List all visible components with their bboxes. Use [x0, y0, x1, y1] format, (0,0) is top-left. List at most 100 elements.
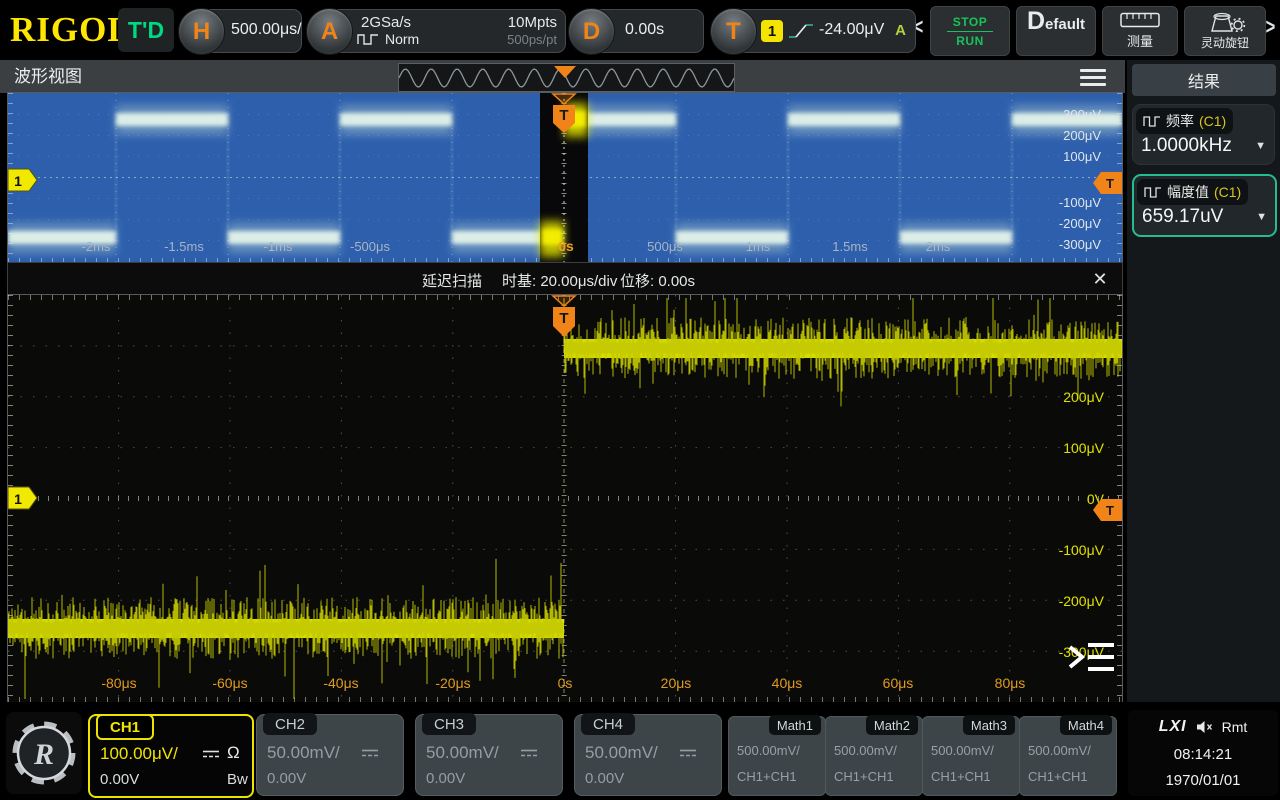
remote-indicator: Rmt: [1222, 719, 1248, 735]
zoomed-channel1-marker[interactable]: [8, 487, 37, 509]
math1-scale: 500.00mV/: [737, 743, 800, 758]
channel1-card[interactable]: CH1 100.00μV/ Ω 0.00V Bw: [88, 714, 254, 798]
channel3-card[interactable]: CH3 50.00mV/ 0.00V: [415, 714, 563, 796]
trigger-knob-button[interactable]: T: [710, 8, 757, 55]
math4-tab[interactable]: Math4: [1060, 715, 1112, 735]
status-row: LXI Rmt: [1128, 718, 1278, 736]
dropdown-arrow-icon[interactable]: ▼: [1256, 211, 1267, 223]
channel1-bandwidth: Bw: [227, 771, 248, 788]
measurement-frequency-tile[interactable]: 频率(C1) 1.0000kHz ▼: [1132, 104, 1275, 165]
math3-scale: 500.00mV/: [931, 743, 994, 758]
acquisition-mode: Norm: [385, 31, 419, 47]
stop-run-button[interactable]: STOP RUN: [930, 6, 1010, 56]
square-wave-icon: [1144, 186, 1162, 198]
channel2-offset: 0.00V: [267, 770, 306, 787]
svg-text:100μV: 100μV: [1063, 440, 1104, 456]
svg-text:-100μV: -100μV: [1059, 542, 1105, 558]
channel4-tab[interactable]: CH4: [581, 713, 635, 735]
delay-knob-button[interactable]: D: [568, 8, 615, 55]
svg-text:-20μs: -20μs: [435, 675, 470, 691]
trigger-pill[interactable]: 1 -24.00μV A: [732, 9, 916, 53]
lxi-logo: LXI: [1159, 718, 1187, 736]
default-cap: D: [1027, 7, 1045, 36]
svg-text:T: T: [559, 107, 568, 124]
channel4-offset: 0.00V: [585, 770, 624, 787]
results-panel: 结果 频率(C1) 1.0000kHz ▼ 幅度值(C1) 659.17uV ▼: [1125, 60, 1280, 705]
trigger-source-badge: 1: [761, 20, 783, 42]
svg-text:60μs: 60μs: [883, 675, 914, 691]
channel3-offset: 0.00V: [426, 770, 465, 787]
trigger-level: -24.00μV: [819, 21, 884, 39]
trigger-status-indicator: T'D: [118, 8, 174, 52]
svg-text:-200μV: -200μV: [1059, 216, 1102, 231]
svg-text:R: R: [33, 738, 54, 771]
results-panel-title: 结果: [1132, 64, 1276, 96]
svg-text:0s: 0s: [558, 675, 573, 691]
math1-tab[interactable]: Math1: [769, 715, 821, 735]
memory-depth: 10Mpts: [508, 14, 557, 31]
measurement-frequency-value: 1.0000kHz ▼: [1133, 134, 1274, 164]
svg-text:1: 1: [14, 491, 22, 507]
measure-button[interactable]: 测量: [1102, 6, 1178, 56]
rigol-gear-logo-button[interactable]: R: [6, 712, 82, 794]
horizontal-position-nav-strip[interactable]: [398, 63, 735, 92]
channel1-offset: 0.00V: [100, 771, 139, 788]
svg-text:-200μV: -200μV: [1059, 593, 1105, 609]
sample-rate: 2GSa/s: [361, 14, 411, 31]
trigger-sweep-mode: A: [895, 22, 906, 39]
channel2-card[interactable]: CH2 50.00mV/ 0.00V: [256, 714, 404, 796]
svg-text:-500μs: -500μs: [350, 239, 391, 254]
svg-text:2ms: 2ms: [926, 239, 951, 254]
system-date: 1970/01/01: [1128, 772, 1278, 789]
overview-channel1-marker[interactable]: [8, 169, 37, 191]
acquisition-knob-button[interactable]: A: [306, 8, 353, 55]
quick-knob-label: 灵动旋钮: [1201, 34, 1249, 51]
zoomed-voltage-axis: 200μV 100μV 0V -100μV -200μV -300μV: [1059, 389, 1105, 660]
dc-coupling-icon: [361, 748, 379, 758]
math2-tab[interactable]: Math2: [866, 715, 918, 735]
close-delayed-sweep-button[interactable]: ✕: [1088, 267, 1112, 291]
oscilloscope-screen: { "app": { "brand": "RIGOL", "trigger_st…: [0, 0, 1280, 800]
math4-card[interactable]: Math4 500.00mV/ CH1+CH1: [1019, 716, 1117, 796]
delay-value: 0.00s: [625, 21, 664, 39]
svg-text:T: T: [1106, 503, 1114, 518]
dropdown-arrow-icon[interactable]: ▼: [1255, 140, 1266, 152]
channel4-card[interactable]: CH4 50.00mV/ 0.00V: [574, 714, 722, 796]
ruler-icon: [1120, 12, 1160, 28]
stop-run-divider: [947, 31, 993, 32]
menu-scroll-right-arrow[interactable]: >: [1266, 14, 1276, 40]
measurement-amplitude-tile[interactable]: 幅度值(C1) 659.17uV ▼: [1132, 174, 1277, 237]
svg-text:300μV: 300μV: [1063, 107, 1101, 122]
math2-card[interactable]: Math2 500.00mV/ CH1+CH1: [825, 716, 923, 796]
top-status-bar: RIGOL T'D 500.00μs/ H 2GSa/s 10Mpts Norm…: [0, 0, 1280, 60]
waveform-view-title: 波形视图: [14, 60, 82, 93]
channel3-scale: 50.00mV/: [426, 743, 499, 763]
channel2-tab[interactable]: CH2: [263, 713, 317, 735]
math1-card[interactable]: Math1 500.00mV/ CH1+CH1: [728, 716, 826, 796]
zoomed-trigger-position-triangle[interactable]: [553, 296, 575, 306]
default-button[interactable]: Default: [1016, 6, 1096, 56]
svg-text:-40μs: -40μs: [323, 675, 358, 691]
menu-hamburger-icon[interactable]: [1080, 69, 1106, 90]
zoomed-waveform-area[interactable]: 200μV 100μV 0V -100μV -200μV -300μV -80μ…: [8, 295, 1122, 702]
quick-knob-button[interactable]: 灵动旋钮: [1184, 6, 1266, 56]
overview-zoom-window-time-label: 0s: [558, 238, 574, 254]
channel3-tab[interactable]: CH3: [422, 713, 476, 735]
channel1-scale: 100.00μV/: [100, 744, 178, 764]
resolution: 500ps/pt: [507, 32, 557, 47]
knob-icon: [1204, 12, 1246, 32]
zoomed-noise-trace: [8, 298, 1122, 699]
gear-icon: R: [10, 719, 78, 787]
math3-card[interactable]: Math3 500.00mV/ CH1+CH1: [922, 716, 1020, 796]
dc-coupling-icon: [202, 749, 220, 759]
overview-voltage-axis: 300μV 200μV 100μV -100μV -200μV -300μV: [1059, 107, 1102, 252]
channel1-tab[interactable]: CH1: [96, 714, 154, 740]
overview-waveform-area[interactable]: 300μV 200μV 100μV -100μV -200μV -300μV -…: [8, 93, 1122, 263]
system-status-tile[interactable]: LXI Rmt 08:14:21 1970/01/01: [1128, 710, 1278, 796]
math3-tab[interactable]: Math3: [963, 715, 1015, 735]
svg-text:80μs: 80μs: [995, 675, 1026, 691]
horizontal-knob-button[interactable]: H: [178, 8, 225, 55]
channel-status-bar: R CH1 100.00μV/ Ω 0.00V Bw CH2 50.00mV/ …: [0, 702, 1280, 800]
acquisition-waveform-icon: [357, 33, 379, 45]
acquisition-pill[interactable]: 2GSa/s 10Mpts Norm 500ps/pt: [328, 9, 566, 53]
